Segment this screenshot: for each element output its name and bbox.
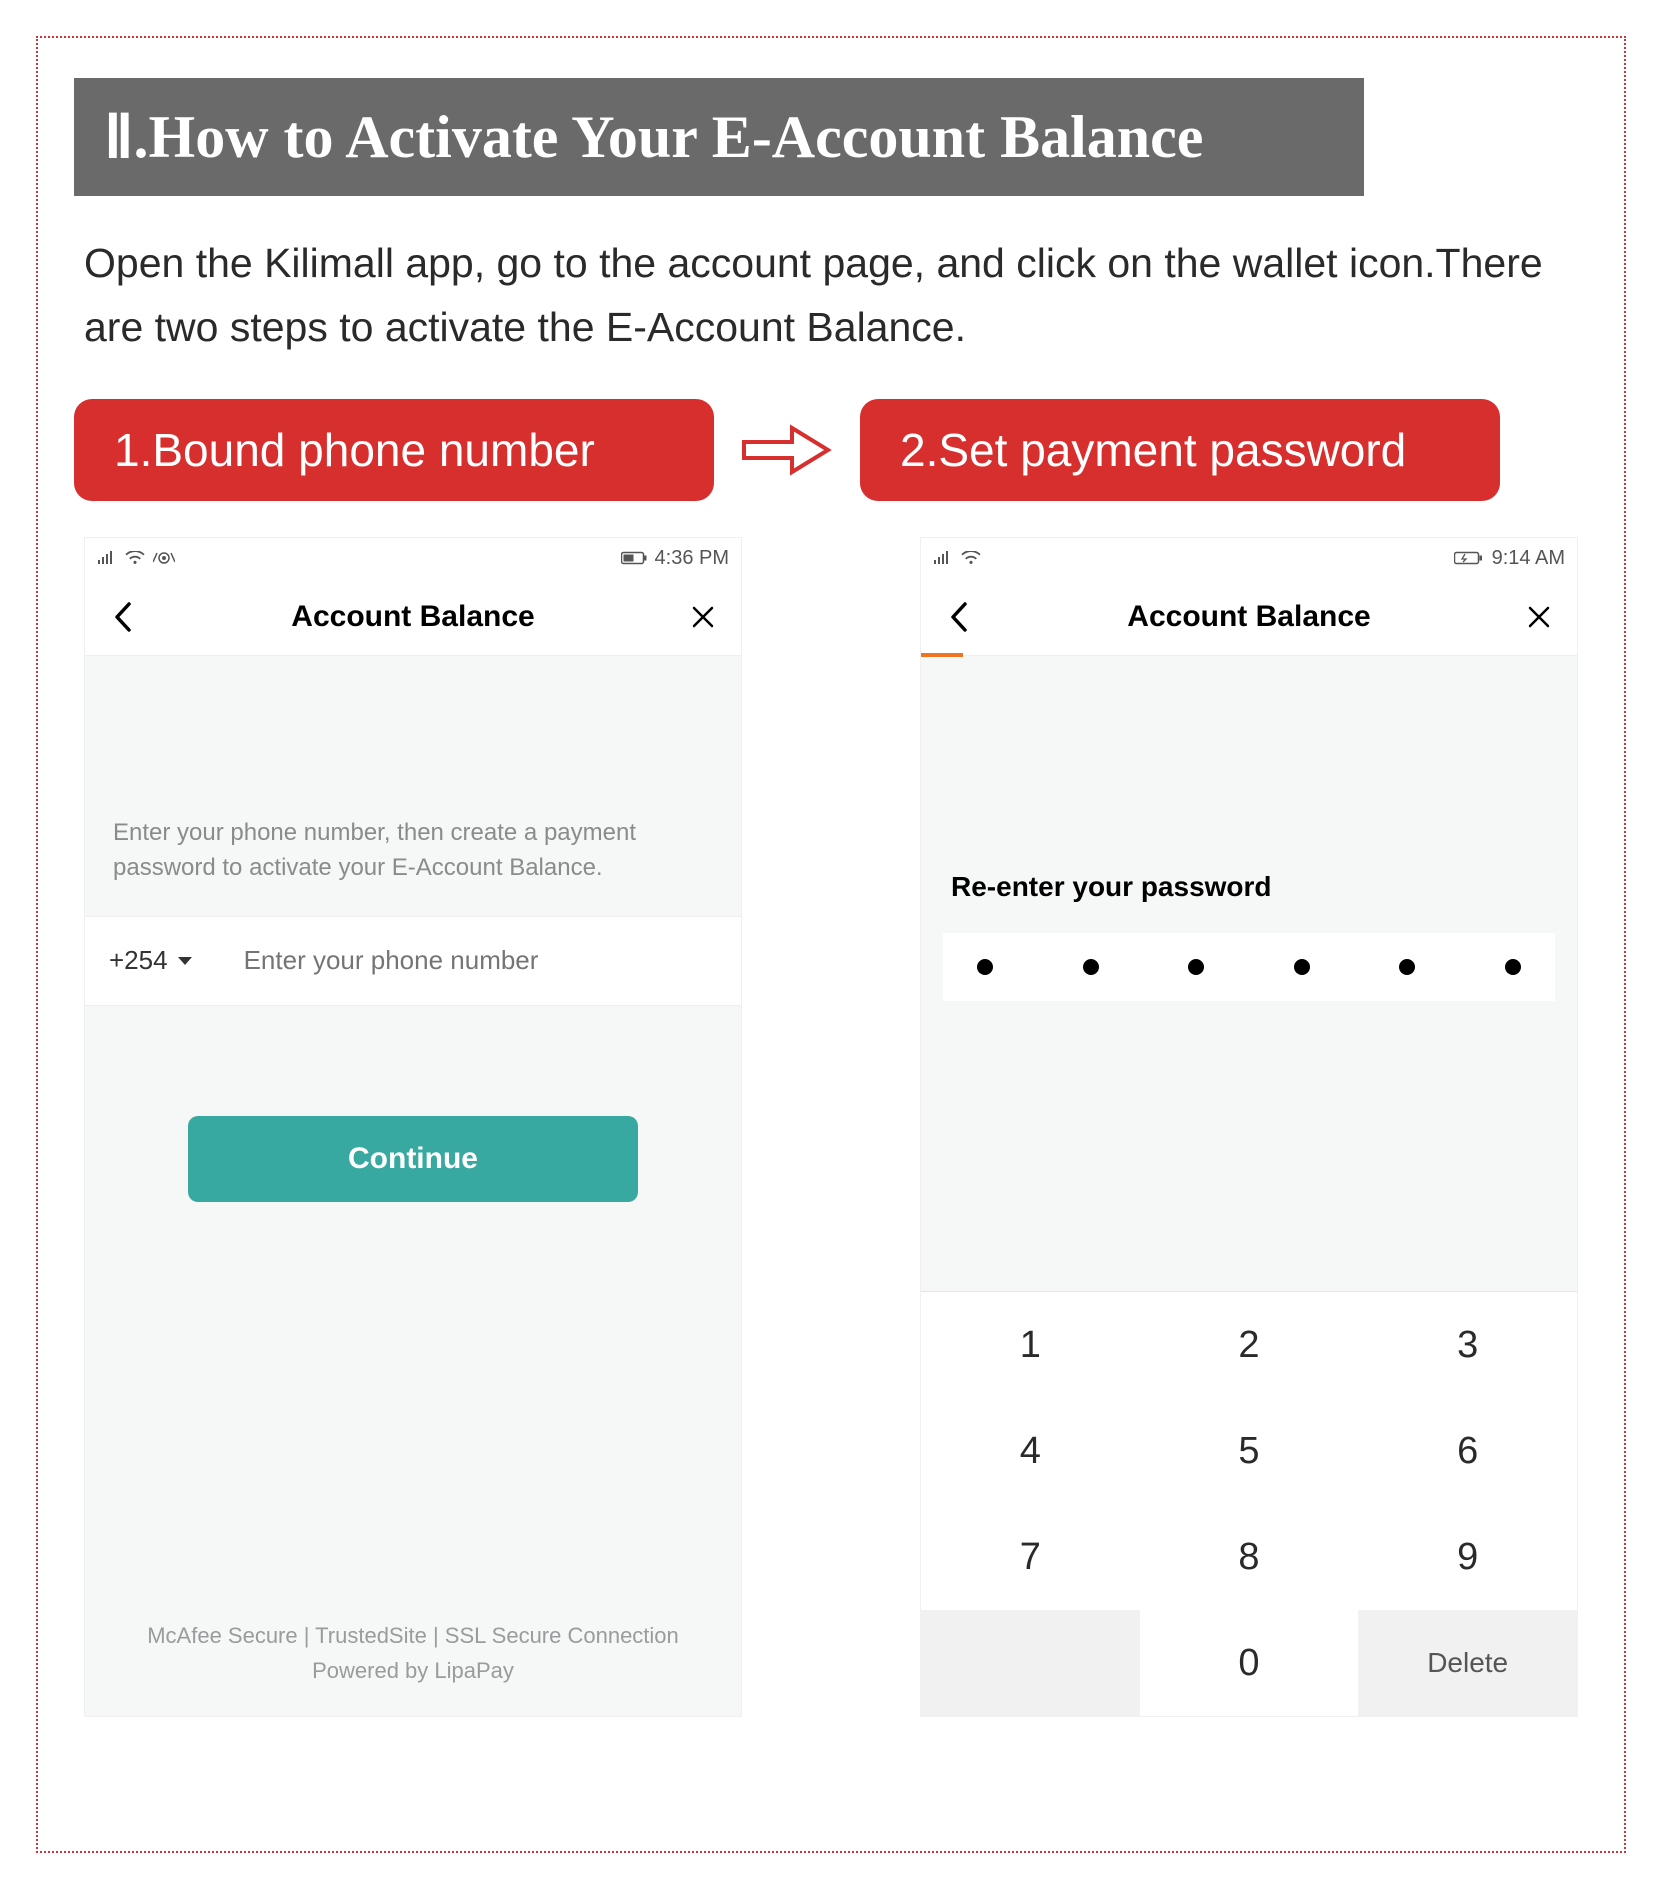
keypad-delete[interactable]: Delete <box>1358 1610 1577 1716</box>
numeric-keypad: 123 456 7890Delete <box>921 1291 1577 1716</box>
keypad-key-1[interactable]: 1 <box>921 1292 1140 1398</box>
step-1-pill: 1.Bound phone number <box>74 399 714 501</box>
country-code-value: +254 <box>109 945 168 976</box>
keypad-key-9[interactable]: 9 <box>1358 1504 1577 1610</box>
keypad-key-0[interactable]: 0 <box>1140 1610 1359 1716</box>
step-2-label: 2.Set payment password <box>900 424 1406 476</box>
nav-title: Account Balance <box>1127 600 1370 634</box>
section-heading-text: Ⅱ.How to Activate Your E-Account Balance <box>104 102 1203 172</box>
wifi-icon <box>961 551 981 565</box>
continue-button[interactable]: Continue <box>188 1116 638 1202</box>
instruction-text: Enter your phone number, then create a p… <box>85 656 741 916</box>
keypad-key-2[interactable]: 2 <box>1140 1292 1359 1398</box>
country-code-selector[interactable]: +254 <box>109 945 218 976</box>
close-icon <box>691 605 715 629</box>
continue-button-label: Continue <box>348 1142 478 1176</box>
screenshots-row: 4:36 PM Account Balance <box>84 537 1588 1717</box>
keypad-blank <box>921 1610 1140 1716</box>
camera-icon <box>153 551 175 565</box>
password-dot <box>1399 959 1415 975</box>
footer-line-2: Powered by LipaPay <box>105 1653 721 1688</box>
status-bar: 9:14 AM <box>921 538 1577 578</box>
close-button[interactable] <box>1519 597 1559 637</box>
keypad-key-7[interactable]: 7 <box>921 1504 1140 1610</box>
password-dot <box>1083 959 1099 975</box>
back-button[interactable] <box>103 597 143 637</box>
steps-row: 1.Bound phone number 2.Set payment passw… <box>74 399 1588 501</box>
status-time: 4:36 PM <box>655 547 729 570</box>
password-dot <box>1505 959 1521 975</box>
password-dots <box>943 933 1555 1001</box>
signal-icon <box>933 551 953 565</box>
nav-title: Account Balance <box>291 600 534 634</box>
phone-input-row: +254 <box>85 916 741 1006</box>
chevron-down-icon <box>178 957 192 965</box>
status-bar: 4:36 PM <box>85 538 741 578</box>
phone-number-input[interactable] <box>218 944 717 977</box>
keypad-key-8[interactable]: 8 <box>1140 1504 1359 1610</box>
password-dot <box>977 959 993 975</box>
nav-bar: Account Balance <box>921 578 1577 656</box>
chevron-left-icon <box>112 602 134 632</box>
password-dot <box>1294 959 1310 975</box>
section-heading: Ⅱ.How to Activate Your E-Account Balance <box>74 78 1364 196</box>
wifi-icon <box>125 551 145 565</box>
phone-screen-1: 4:36 PM Account Balance <box>84 537 742 1717</box>
password-dot <box>1188 959 1204 975</box>
nav-bar: Account Balance <box>85 578 741 656</box>
keypad-key-5[interactable]: 5 <box>1140 1398 1359 1504</box>
footer-trust-lines: McAfee Secure | TrustedSite | SSL Secure… <box>85 1618 741 1716</box>
signal-icon <box>97 551 117 565</box>
intro-paragraph: Open the Kilimall app, go to the account… <box>84 232 1578 359</box>
battery-icon <box>621 551 647 565</box>
close-button[interactable] <box>683 597 723 637</box>
keypad-key-3[interactable]: 3 <box>1358 1292 1577 1398</box>
keypad-key-4[interactable]: 4 <box>921 1398 1140 1504</box>
keypad-key-6[interactable]: 6 <box>1358 1398 1577 1504</box>
phone-screen-2: 9:14 AM Account Balance <box>920 537 1578 1717</box>
step-1-label: 1.Bound phone number <box>114 424 595 476</box>
close-icon <box>1527 605 1551 629</box>
chevron-left-icon <box>948 602 970 632</box>
progress-indicator <box>921 653 963 657</box>
back-button[interactable] <box>939 597 979 637</box>
footer-line-1: McAfee Secure | TrustedSite | SSL Secure… <box>105 1618 721 1653</box>
battery-charging-icon <box>1454 551 1484 565</box>
arrow-right-icon <box>742 422 832 478</box>
status-time: 9:14 AM <box>1492 547 1565 570</box>
password-prompt: Re-enter your password <box>921 656 1577 933</box>
step-2-pill: 2.Set payment password <box>860 399 1500 501</box>
